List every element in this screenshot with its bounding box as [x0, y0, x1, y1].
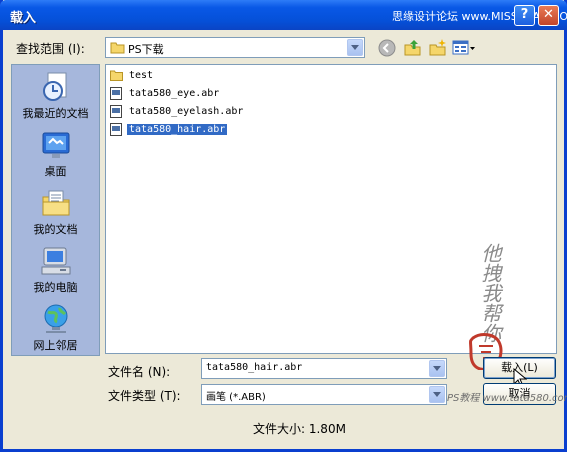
- abr-file-icon: [110, 123, 123, 136]
- place-label: 我最近的文档: [22, 107, 89, 120]
- filename-field[interactable]: tata580_hair.abr: [201, 358, 447, 379]
- place-label: 网上邻居: [33, 339, 78, 352]
- list-item[interactable]: test: [110, 69, 155, 85]
- places-bar: 我最近的文档 桌面 我的文档 我的电脑 网上邻居: [11, 64, 100, 356]
- look-in-value: PS下载: [128, 43, 164, 56]
- filename-label: 文件名 (N):: [108, 365, 171, 379]
- look-in-label: 查找范围 (I):: [16, 42, 85, 56]
- recent-documents-icon: [40, 71, 72, 103]
- place-network[interactable]: 网上邻居: [12, 303, 99, 353]
- chevron-down-icon[interactable]: [429, 386, 445, 403]
- file-list[interactable]: test tata580_eye.abr tata580_eyelash.abr…: [105, 64, 557, 354]
- up-folder-icon[interactable]: [403, 38, 422, 60]
- my-documents-icon: [40, 187, 72, 219]
- list-item[interactable]: tata580_eye.abr: [110, 87, 221, 103]
- chevron-down-icon[interactable]: [347, 39, 363, 56]
- place-my-computer[interactable]: 我的电脑: [12, 245, 99, 295]
- title-bar[interactable]: 载入 思缘设计论坛 www.MISSYUAN.COM ? ✕: [0, 0, 567, 30]
- filetype-select[interactable]: 画笔 (*.ABR): [201, 384, 447, 405]
- place-recent-documents[interactable]: 我最近的文档: [12, 71, 99, 121]
- new-folder-icon[interactable]: [428, 38, 447, 60]
- view-menu-icon[interactable]: [452, 39, 476, 60]
- file-name: tata580_eye.abr: [129, 88, 220, 99]
- site-watermark-bottom: PS教程 www.tata580.com: [447, 393, 567, 404]
- back-icon[interactable]: [378, 39, 396, 60]
- help-button[interactable]: ?: [514, 5, 535, 26]
- load-dialog: 载入 思缘设计论坛 www.MISSYUAN.COM ? ✕ 查找范围 (I):…: [0, 0, 567, 452]
- close-button[interactable]: ✕: [538, 5, 559, 26]
- folder-icon: [110, 41, 125, 57]
- file-name: test: [129, 70, 154, 81]
- file-name: tata580_hair.abr: [127, 124, 228, 135]
- dialog-title: 载入: [10, 11, 37, 26]
- chevron-down-icon[interactable]: [429, 360, 445, 377]
- abr-file-icon: [110, 87, 123, 100]
- place-desktop[interactable]: 桌面: [12, 129, 99, 179]
- filetype-value: 画笔 (*.ABR): [206, 392, 266, 403]
- place-label: 我的文档: [33, 223, 78, 236]
- desktop-icon: [40, 129, 72, 161]
- abr-file-icon: [110, 105, 123, 118]
- file-name: tata580_eyelash.abr: [129, 106, 244, 117]
- network-places-icon: [40, 303, 72, 335]
- filename-value: tata580_hair.abr: [206, 362, 303, 373]
- file-size-status: 文件大小: 1.80M: [253, 422, 346, 436]
- folder-icon: [110, 69, 123, 82]
- list-item-selected[interactable]: tata580_hair.abr: [110, 123, 228, 139]
- place-my-documents[interactable]: 我的文档: [12, 187, 99, 237]
- look-in-combo[interactable]: PS下载: [105, 37, 365, 58]
- list-item[interactable]: tata580_eyelash.abr: [110, 105, 245, 121]
- my-computer-icon: [40, 245, 72, 277]
- place-label: 桌面: [44, 165, 67, 178]
- place-label: 我的电脑: [33, 281, 78, 294]
- filetype-label: 文件类型 (T):: [108, 389, 181, 403]
